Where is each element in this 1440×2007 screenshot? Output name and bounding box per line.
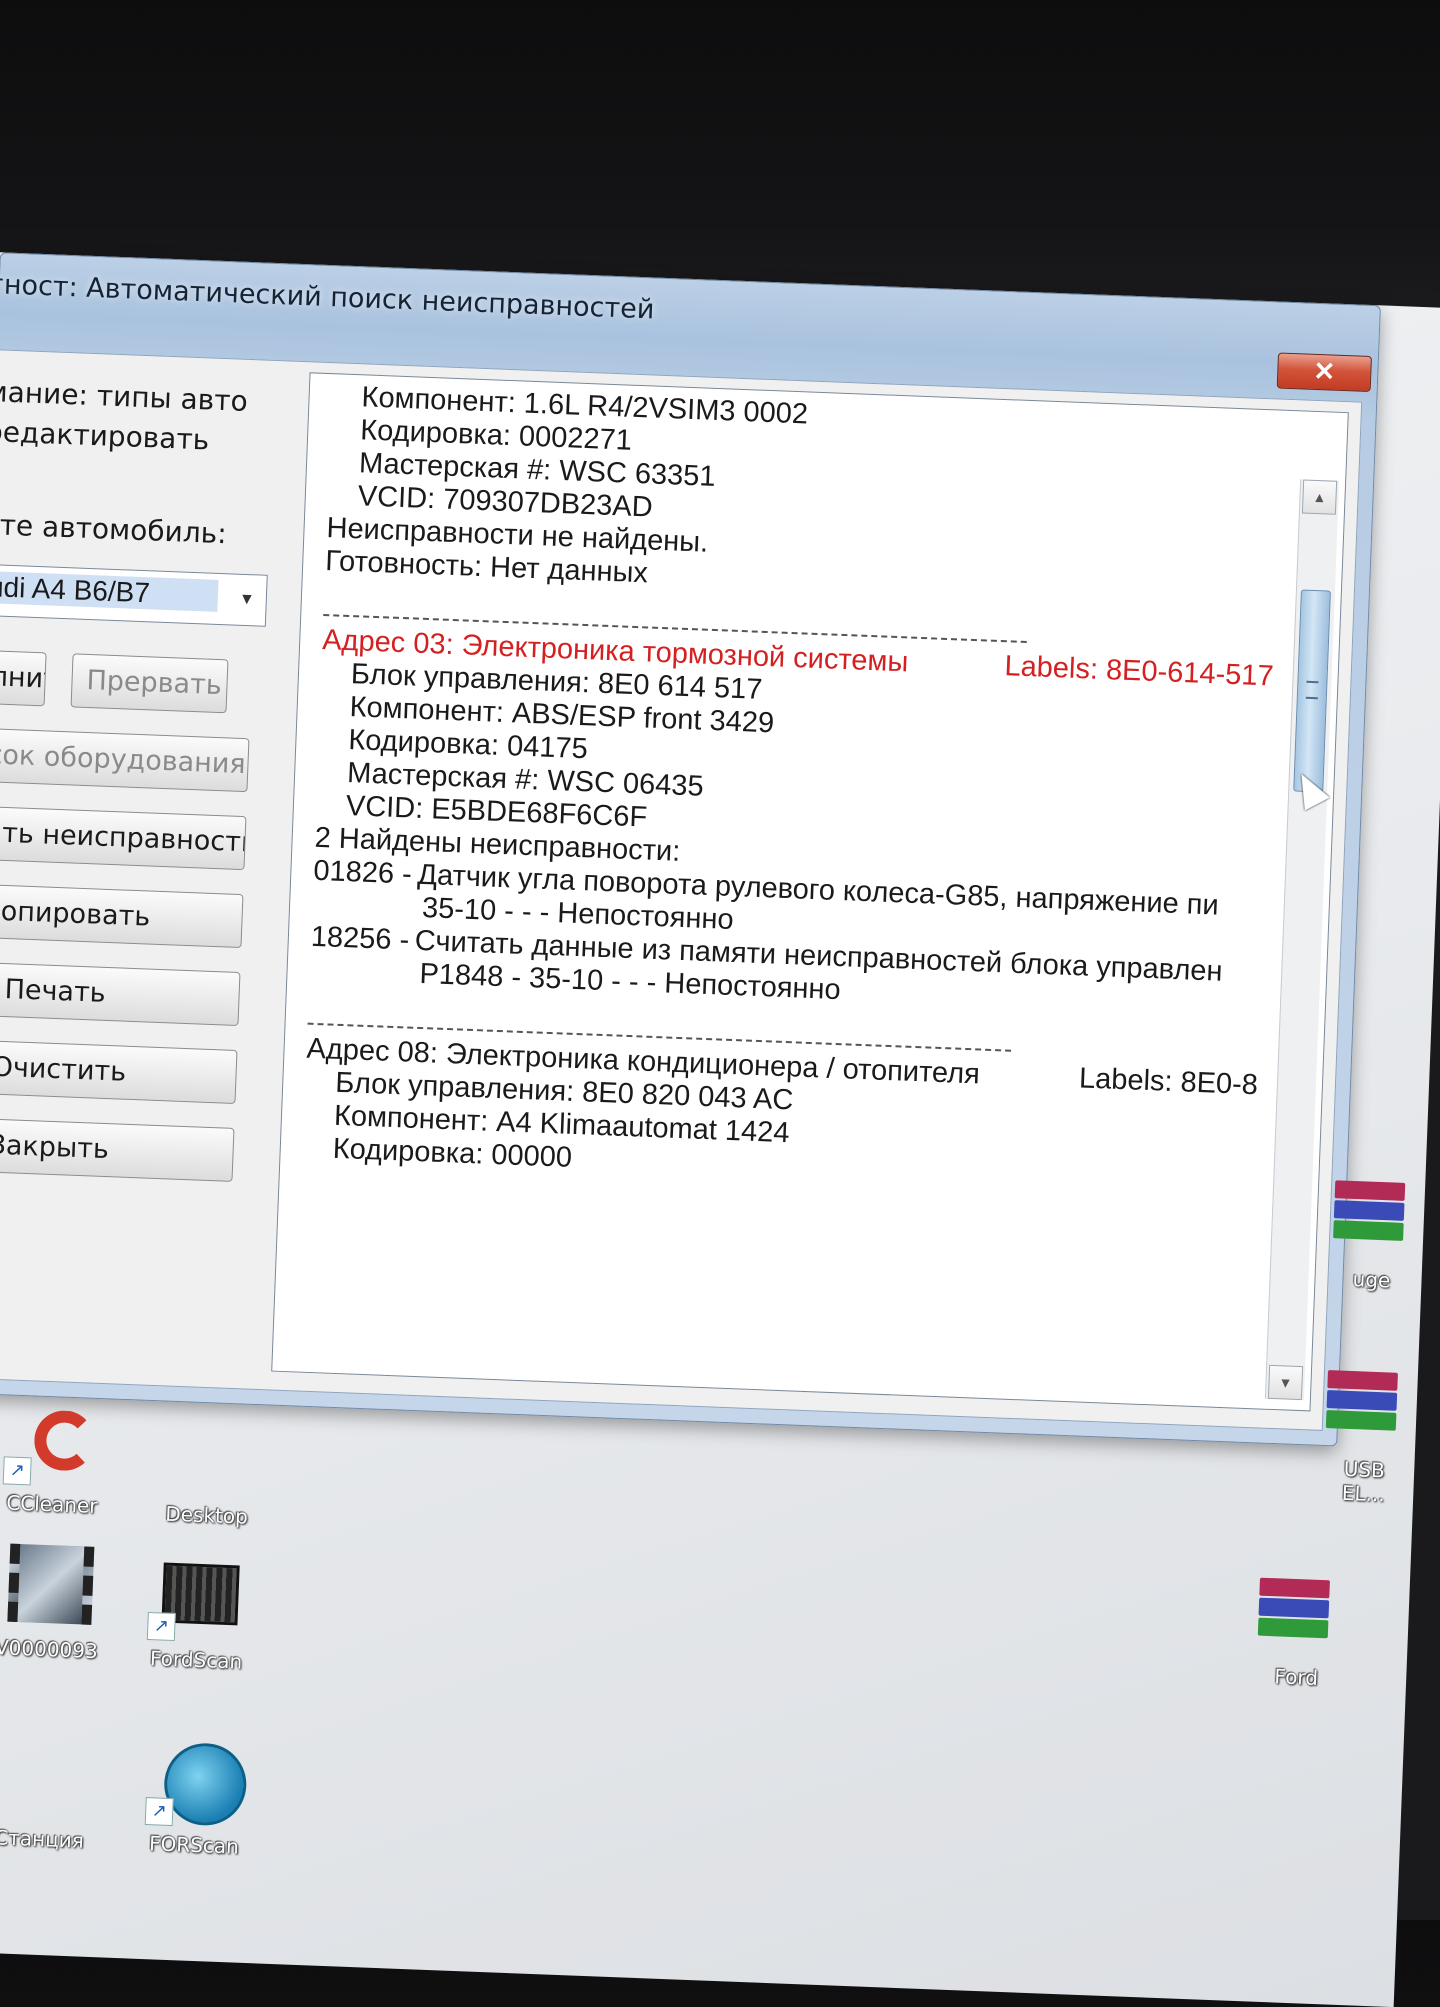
close-window-button[interactable]: ✕ xyxy=(1276,352,1372,393)
archive-icon xyxy=(1247,1571,1350,1661)
shortcut-arrow-icon: ↗ xyxy=(144,1797,174,1827)
fordscan-icon[interactable]: ↗ FordScan xyxy=(136,1554,260,1675)
icon-label: uge xyxy=(1352,1266,1391,1293)
icon-label: Desktop xyxy=(164,1501,249,1529)
icon-label: FordScan xyxy=(149,1646,243,1674)
ford-archive-icon[interactable]: Ford xyxy=(1246,1571,1350,1691)
clear-button[interactable]: Очистить xyxy=(0,1039,238,1104)
ccleaner-glyph-icon: ↗ xyxy=(2,1398,106,1488)
forscan-icon[interactable]: ↗ FORScan xyxy=(134,1739,258,1860)
gauge-archive-icon[interactable]: uge xyxy=(1321,1174,1425,1294)
car-search-icon: ↗ xyxy=(144,1739,248,1829)
close-button[interactable]: Закрыть xyxy=(0,1117,235,1182)
folder-icon xyxy=(157,1409,260,1499)
icon-label: CCleaner xyxy=(5,1490,98,1518)
labels-file: Labels: 8E0-8 xyxy=(1078,1062,1259,1102)
usb-archive-icon[interactable]: USB EL... xyxy=(1313,1364,1418,1508)
report-content: Компонент: 1.6L R4/2VSIM3 0002 Кодировка… xyxy=(302,380,1283,1201)
window-title: гност: Автоматический поиск неисправност… xyxy=(0,268,655,326)
window-client-area: мание: типы авто редактировать ите автом… xyxy=(0,349,1363,1431)
scrollbar-thumb[interactable] xyxy=(1293,589,1331,793)
vehicle-select[interactable]: udi A4 B6/B7 ▼ xyxy=(0,563,268,627)
app-icon xyxy=(0,1733,93,1823)
left-panel: мание: типы авто редактировать ите автом… xyxy=(0,350,288,1389)
clear-faults-button[interactable]: ить неисправности xyxy=(0,805,247,871)
icon-label: Ford xyxy=(1273,1664,1319,1690)
video-file-icon[interactable]: V0000093 xyxy=(0,1543,110,1664)
icon-label: EL... xyxy=(1341,1480,1386,1507)
fault-code: 01826 - xyxy=(312,854,413,891)
chip-icon: ↗ xyxy=(146,1554,250,1644)
run-button[interactable]: лнить xyxy=(0,649,47,707)
chevron-down-icon[interactable]: ▼ xyxy=(233,583,260,618)
scroll-up-icon[interactable]: ▲ xyxy=(1301,479,1338,515)
shortcut-arrow-icon: ↗ xyxy=(2,1456,32,1486)
desktop-folder-icon[interactable]: Desktop xyxy=(146,1409,270,1530)
diagnostic-window: гност: Автоматический поиск неисправност… xyxy=(0,252,1381,1447)
archive-icon xyxy=(1322,1174,1425,1264)
archive-icon xyxy=(1315,1364,1418,1454)
fault-report-textarea[interactable]: Компонент: 1.6L R4/2VSIM3 0002 Кодировка… xyxy=(271,372,1349,1412)
scroll-down-icon[interactable]: ▼ xyxy=(1267,1364,1304,1401)
equipment-list-button[interactable]: сок оборудования xyxy=(0,727,250,793)
film-icon xyxy=(0,1543,100,1633)
choose-vehicle-label: ите автомобиль: xyxy=(0,507,228,551)
icon-label: Станция xyxy=(0,1825,85,1853)
grip-icon xyxy=(1305,680,1319,700)
shortcut-arrow-icon: ↗ xyxy=(146,1611,176,1642)
icon-label: FORScan xyxy=(148,1831,240,1859)
vehicle-select-value: udi A4 B6/B7 xyxy=(0,571,219,612)
ccleaner-icon[interactable]: ↗ CCleaner xyxy=(0,1398,116,1519)
copy-button[interactable]: Копировать xyxy=(0,883,244,949)
unnamed-desktop-icon[interactable]: Станция xyxy=(0,1733,103,1854)
desktop: гност: Автоматический поиск неисправност… xyxy=(0,250,1440,2007)
abort-button[interactable]: Прервать xyxy=(70,653,229,714)
vehicle-type-hint: мание: типы авто редактировать xyxy=(0,372,248,462)
print-button[interactable]: Печать xyxy=(0,961,241,1027)
fault-code: 18256 - xyxy=(310,920,410,957)
icon-label: V0000093 xyxy=(0,1635,99,1664)
